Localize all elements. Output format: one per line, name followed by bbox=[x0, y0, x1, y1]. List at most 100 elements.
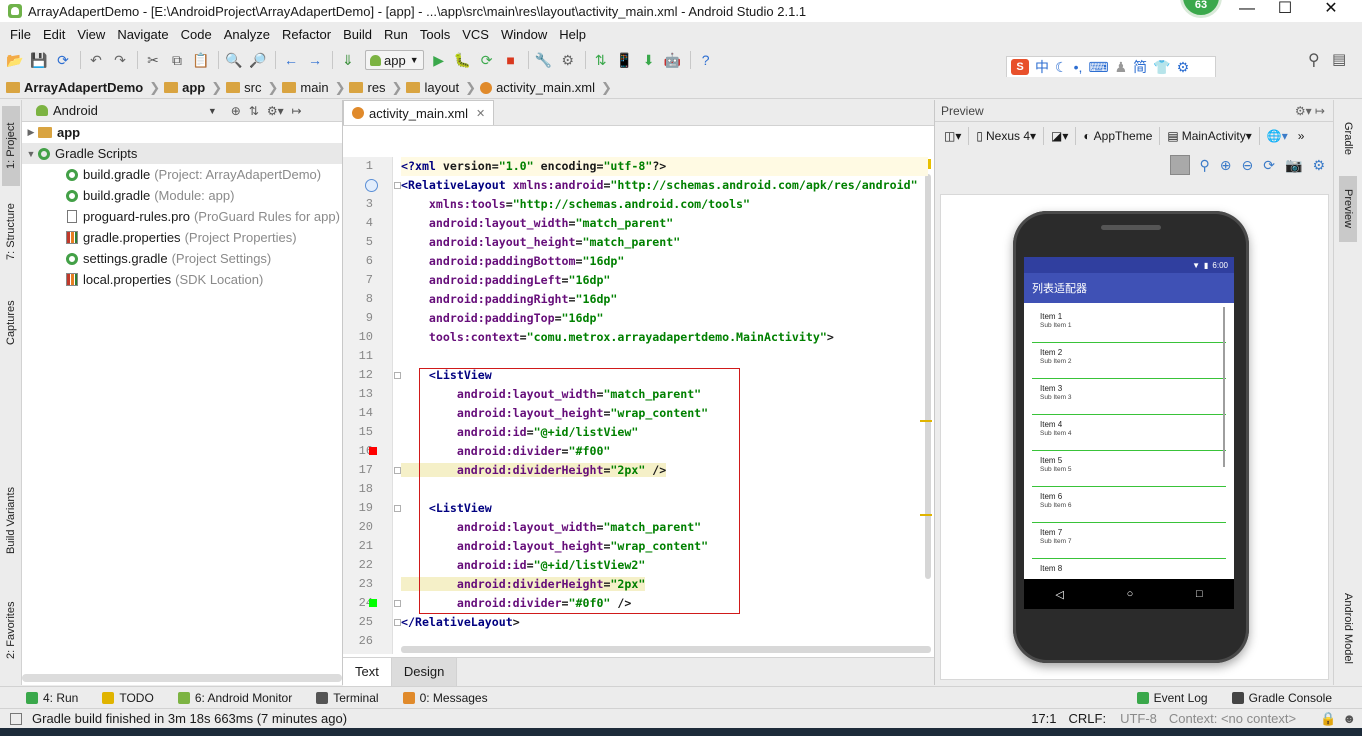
menu-analyze[interactable]: Analyze bbox=[218, 27, 276, 42]
inspector-icon[interactable]: ☻ bbox=[1342, 711, 1356, 726]
tab-preview[interactable]: Preview bbox=[1339, 176, 1357, 242]
menu-run[interactable]: Run bbox=[378, 27, 414, 42]
apply-changes-icon[interactable]: ⟳ bbox=[476, 49, 498, 71]
chevron-down-icon[interactable]: ▼ bbox=[208, 106, 217, 116]
refresh-icon[interactable]: ⟳ bbox=[1263, 157, 1275, 174]
actual-size-icon[interactable]: ⚲ bbox=[1200, 157, 1210, 174]
code-line[interactable]: <?xml version="1.0" encoding="utf-8"?> bbox=[401, 157, 928, 176]
run-icon[interactable]: ▶ bbox=[428, 49, 450, 71]
menu-help[interactable]: Help bbox=[553, 27, 592, 42]
caret-position[interactable]: 17:1 bbox=[1031, 711, 1056, 726]
code-line[interactable]: android:layout_width="match_parent" bbox=[401, 385, 701, 404]
redo-icon[interactable]: ↷ bbox=[109, 49, 131, 71]
sync-icon[interactable]: ⟳ bbox=[52, 49, 74, 71]
project-structure-icon[interactable]: 🔧 bbox=[533, 49, 555, 71]
close-button[interactable]: ✕ bbox=[1308, 0, 1354, 22]
tab-favorites[interactable]: 2: Favorites bbox=[2, 590, 20, 670]
skin-icon[interactable]: 👕 bbox=[1153, 59, 1170, 76]
tree-item-gradle-scripts[interactable]: ▼ Gradle Scripts bbox=[22, 143, 342, 164]
more-icon[interactable]: » bbox=[1295, 129, 1308, 143]
gear-icon[interactable]: ⚙▾ ↦ bbox=[1295, 104, 1325, 118]
breadcrumb-project[interactable]: ArrayAdapertDemo ❯ bbox=[6, 80, 164, 96]
list-item[interactable]: Item 5 Sub Item 5 bbox=[1032, 451, 1226, 487]
code-line[interactable]: tools:context="comu.metrox.arrayadapertd… bbox=[401, 328, 834, 347]
tool-event-log[interactable]: Event Log bbox=[1136, 691, 1208, 705]
code-line[interactable]: <ListView bbox=[401, 499, 492, 518]
menu-build[interactable]: Build bbox=[337, 27, 378, 42]
list-item[interactable]: Item 3 Sub Item 3 bbox=[1032, 379, 1226, 415]
menu-view[interactable]: View bbox=[71, 27, 111, 42]
search-icon[interactable]: ⚲ bbox=[1308, 50, 1320, 70]
menu-navigate[interactable]: Navigate bbox=[111, 27, 174, 42]
code-line[interactable]: <RelativeLayout xmlns:android="http://sc… bbox=[401, 176, 918, 195]
code-line[interactable]: android:layout_height="match_parent" bbox=[401, 233, 680, 252]
sdk-manager-icon[interactable]: ⬇ bbox=[638, 49, 660, 71]
tab-activity-main[interactable]: activity_main.xml ✕ bbox=[343, 100, 495, 125]
code-line[interactable]: xmlns:tools="http://schemas.android.com/… bbox=[401, 195, 750, 214]
close-icon[interactable]: ✕ bbox=[476, 107, 485, 120]
orientation-select[interactable]: ◪▾ bbox=[1048, 129, 1071, 143]
tab-build-variants[interactable]: Build Variants bbox=[2, 480, 20, 560]
code-line[interactable]: android:layout_width="match_parent" bbox=[401, 214, 673, 233]
project-view-select[interactable]: Android bbox=[36, 103, 98, 118]
menu-file[interactable]: File bbox=[4, 27, 37, 42]
paste-icon[interactable]: 📋 bbox=[190, 49, 212, 71]
screenshot-icon[interactable]: 📷 bbox=[1285, 157, 1302, 174]
list-item[interactable]: Item 2 Sub Item 2 bbox=[1032, 343, 1226, 379]
tree-item-gradle-properties[interactable]: gradle.properties (Project Properties) bbox=[22, 227, 342, 248]
code-line[interactable]: android:paddingBottom="16dp" bbox=[401, 252, 624, 271]
gear-icon[interactable]: ⚙▾ bbox=[267, 104, 284, 118]
tab-project[interactable]: 1: Project bbox=[2, 106, 20, 186]
code-line[interactable]: android:layout_height="wrap_content" bbox=[401, 404, 708, 423]
breadcrumb-src[interactable]: src ❯ bbox=[226, 80, 282, 96]
tool-run[interactable]: 4: Run bbox=[26, 691, 78, 705]
keyboard-icon[interactable]: ⌨ bbox=[1088, 59, 1108, 76]
ime-simplified[interactable]: 简 bbox=[1133, 57, 1147, 77]
tool-todo[interactable]: TODO bbox=[102, 691, 154, 705]
code-line[interactable]: android:id="@+id/listView2" bbox=[401, 556, 645, 575]
tab-captures[interactable]: Captures bbox=[2, 290, 20, 356]
lock-icon[interactable]: 🔒 bbox=[1320, 711, 1336, 727]
menu-edit[interactable]: Edit bbox=[37, 27, 71, 42]
menu-window[interactable]: Window bbox=[495, 27, 553, 42]
event-log-icon[interactable]: ▤ bbox=[1332, 50, 1346, 68]
horizontal-scrollbar[interactable] bbox=[22, 674, 342, 682]
tab-android-model[interactable]: Android Model bbox=[1339, 578, 1357, 678]
zoom-in-icon[interactable]: ⊕ bbox=[1220, 157, 1232, 174]
code-line[interactable]: </RelativeLayout> bbox=[401, 613, 520, 632]
back-icon[interactable]: ◁ bbox=[1055, 588, 1063, 601]
menu-refactor[interactable]: Refactor bbox=[276, 27, 337, 42]
color-swatch-green-icon[interactable] bbox=[369, 599, 377, 607]
fold-icon[interactable] bbox=[394, 182, 401, 189]
menu-tools[interactable]: Tools bbox=[414, 27, 456, 42]
error-stripe-marker[interactable] bbox=[920, 420, 932, 422]
color-swatch-red-icon[interactable] bbox=[369, 447, 377, 455]
list-item[interactable]: Item 1 Sub Item 1 bbox=[1032, 307, 1226, 343]
locale-select[interactable]: 🌐▾ bbox=[1264, 129, 1291, 143]
code-line[interactable]: android:dividerHeight="2px" bbox=[401, 575, 646, 594]
replace-icon[interactable]: 🔎 bbox=[247, 49, 269, 71]
theme-select[interactable]: ◐ AppTheme bbox=[1080, 129, 1155, 143]
punctuation-icon[interactable]: •, bbox=[1074, 59, 1083, 75]
list-item[interactable]: Item 4 Sub Item 4 bbox=[1032, 415, 1226, 451]
tab-gradle[interactable]: Gradle bbox=[1339, 106, 1357, 172]
find-icon[interactable]: 🔍 bbox=[223, 49, 245, 71]
sync-gradle-icon[interactable]: ⇅ bbox=[590, 49, 612, 71]
debug-icon[interactable]: 🐛 bbox=[452, 49, 474, 71]
code-line[interactable]: android:paddingTop="16dp" bbox=[401, 309, 604, 328]
fold-icon[interactable] bbox=[394, 372, 401, 379]
stop-icon[interactable]: ■ bbox=[500, 49, 522, 71]
tree-item-local-properties[interactable]: local.properties (SDK Location) bbox=[22, 269, 342, 290]
tool-terminal[interactable]: Terminal bbox=[316, 691, 379, 705]
file-encoding[interactable]: UTF-8 bbox=[1120, 711, 1157, 726]
code-line[interactable]: android:id="@+id/listView" bbox=[401, 423, 639, 442]
context-indicator[interactable]: Context: <no context> bbox=[1169, 711, 1296, 726]
error-stripe-marker[interactable] bbox=[920, 514, 932, 516]
code-line[interactable]: android:divider="#f00" bbox=[401, 442, 611, 461]
forward-icon[interactable]: → bbox=[304, 49, 326, 71]
copy-icon[interactable]: ⧉ bbox=[166, 49, 188, 71]
tool-windows-icon[interactable] bbox=[10, 712, 22, 725]
moon-icon[interactable]: ☾ bbox=[1055, 59, 1068, 76]
code-line[interactable]: android:paddingRight="16dp" bbox=[401, 290, 617, 309]
target-icon[interactable]: ⊕ bbox=[231, 104, 241, 118]
